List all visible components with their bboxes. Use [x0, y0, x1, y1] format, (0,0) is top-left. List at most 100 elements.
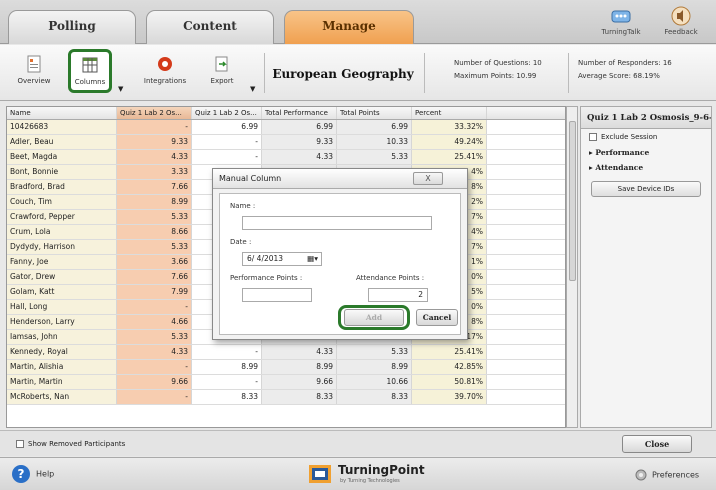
- cell-quiz2[interactable]: 8.33: [192, 390, 262, 404]
- cell-name[interactable]: Crum, Lola: [7, 225, 117, 239]
- feedback-button[interactable]: Feedback: [652, 3, 710, 41]
- cell-quiz2[interactable]: -: [192, 375, 262, 389]
- cell-total-performance[interactable]: 6.99: [262, 120, 337, 134]
- column-header-total-performance[interactable]: Total Performance: [262, 107, 337, 119]
- cell-quiz1[interactable]: 3.66: [117, 255, 192, 269]
- cell-name[interactable]: Hall, Long: [7, 300, 117, 314]
- cell-name[interactable]: Adler, Beau: [7, 135, 117, 149]
- column-header-quiz1[interactable]: Quiz 1 Lab 2 Os...: [117, 107, 192, 119]
- column-header-percent[interactable]: Percent: [412, 107, 487, 119]
- cell-quiz1[interactable]: 5.33: [117, 330, 192, 344]
- attendance-points-input[interactable]: 2: [368, 288, 428, 302]
- cell-total-performance[interactable]: 4.33: [262, 345, 337, 359]
- cell-total-points[interactable]: 6.99: [337, 120, 412, 134]
- cell-name[interactable]: Kennedy, Royal: [7, 345, 117, 359]
- cell-total-points[interactable]: 10.33: [337, 135, 412, 149]
- cell-name[interactable]: Martin, Alishia: [7, 360, 117, 374]
- cell-quiz1[interactable]: 4.66: [117, 315, 192, 329]
- cell-name[interactable]: Henderson, Larry: [7, 315, 117, 329]
- cell-name[interactable]: Iamsas, John: [7, 330, 117, 344]
- cell-name[interactable]: Martin, Martin: [7, 375, 117, 389]
- table-row[interactable]: McRoberts, Nan -8.33 8.33 8.33 39.70%: [7, 390, 565, 405]
- cell-name[interactable]: Bradford, Brad: [7, 180, 117, 194]
- cell-quiz2[interactable]: -: [192, 135, 262, 149]
- cell-quiz1[interactable]: 5.33: [117, 240, 192, 254]
- export-button[interactable]: Export: [200, 51, 244, 95]
- cell-name[interactable]: Dydydy, Harrison: [7, 240, 117, 254]
- name-input[interactable]: [242, 216, 432, 230]
- show-removed-option[interactable]: Show Removed Participants: [16, 440, 125, 448]
- cell-percent[interactable]: 25.41%: [412, 345, 487, 359]
- column-header-quiz2[interactable]: Quiz 1 Lab 2 Os...: [192, 107, 262, 119]
- exclude-session-checkbox[interactable]: [589, 133, 597, 141]
- cell-percent[interactable]: 39.70%: [412, 390, 487, 404]
- performance-points-input[interactable]: [242, 288, 312, 302]
- cell-percent[interactable]: 25.41%: [412, 150, 487, 164]
- table-row[interactable]: Adler, Beau 9.33-9.33 10.33 49.24%: [7, 135, 565, 150]
- save-device-ids-button[interactable]: Save Device IDs: [591, 181, 701, 197]
- table-row[interactable]: Kennedy, Royal 4.33-4.33 5.33 25.41%: [7, 345, 565, 360]
- cell-total-performance[interactable]: 9.33: [262, 135, 337, 149]
- cell-name[interactable]: Golam, Katt: [7, 285, 117, 299]
- table-row[interactable]: Beet, Magda 4.33-4.33 5.33 25.41%: [7, 150, 565, 165]
- exclude-session-option[interactable]: Exclude Session: [581, 129, 711, 145]
- cell-name[interactable]: Crawford, Pepper: [7, 210, 117, 224]
- cell-total-performance[interactable]: 8.99: [262, 360, 337, 374]
- column-header-total-points[interactable]: Total Points: [337, 107, 412, 119]
- calendar-icon[interactable]: ▦▾: [307, 253, 318, 265]
- cell-name[interactable]: Couch, Tim: [7, 195, 117, 209]
- columns-dropdown-arrow[interactable]: ▼: [118, 85, 123, 93]
- cell-total-points[interactable]: 10.66: [337, 375, 412, 389]
- add-button[interactable]: Add: [344, 309, 404, 326]
- column-header-name[interactable]: Name: [7, 107, 117, 119]
- cell-name[interactable]: Fanny, Joe: [7, 255, 117, 269]
- cell-name[interactable]: Bont, Bonnie: [7, 165, 117, 179]
- attendance-section-toggle[interactable]: ▸ Attendance: [581, 160, 711, 175]
- cell-quiz2[interactable]: 8.99: [192, 360, 262, 374]
- tab-manage[interactable]: Manage: [284, 10, 414, 44]
- export-dropdown-arrow[interactable]: ▼: [250, 85, 255, 93]
- cell-quiz1[interactable]: 7.66: [117, 270, 192, 284]
- cell-quiz1[interactable]: 5.33: [117, 210, 192, 224]
- cell-total-points[interactable]: 8.99: [337, 360, 412, 374]
- cell-percent[interactable]: 50.81%: [412, 375, 487, 389]
- cell-quiz1[interactable]: 9.66: [117, 375, 192, 389]
- cell-quiz2[interactable]: -: [192, 345, 262, 359]
- cell-quiz1[interactable]: 8.99: [117, 195, 192, 209]
- show-removed-checkbox[interactable]: [16, 440, 24, 448]
- cell-quiz1[interactable]: -: [117, 390, 192, 404]
- cell-quiz1[interactable]: -: [117, 120, 192, 134]
- cell-quiz2[interactable]: -: [192, 150, 262, 164]
- cell-quiz1[interactable]: 4.33: [117, 150, 192, 164]
- cell-total-points[interactable]: 8.33: [337, 390, 412, 404]
- cell-percent[interactable]: 42.85%: [412, 360, 487, 374]
- columns-button[interactable]: Columns: [68, 49, 112, 93]
- cell-total-performance[interactable]: 8.33: [262, 390, 337, 404]
- cell-total-performance[interactable]: 9.66: [262, 375, 337, 389]
- cell-name[interactable]: Gator, Drew: [7, 270, 117, 284]
- cell-name[interactable]: 10426683: [7, 120, 117, 134]
- close-button[interactable]: Close: [622, 435, 692, 453]
- turningtalk-button[interactable]: TurningTalk: [592, 3, 650, 41]
- help-button[interactable]: ? Help: [12, 465, 54, 483]
- cell-quiz1[interactable]: -: [117, 360, 192, 374]
- cell-quiz1[interactable]: 9.33: [117, 135, 192, 149]
- cell-total-points[interactable]: 5.33: [337, 345, 412, 359]
- table-row[interactable]: 10426683-6.99 6.99 6.99 33.32%: [7, 120, 565, 135]
- cell-name[interactable]: Beet, Magda: [7, 150, 117, 164]
- cell-total-points[interactable]: 5.33: [337, 150, 412, 164]
- cell-quiz1[interactable]: 8.66: [117, 225, 192, 239]
- overview-button[interactable]: Overview: [12, 51, 56, 95]
- preferences-button[interactable]: Preferences: [634, 468, 699, 482]
- cell-percent[interactable]: 49.24%: [412, 135, 487, 149]
- tab-content[interactable]: Content: [146, 10, 274, 44]
- cell-quiz2[interactable]: 6.99: [192, 120, 262, 134]
- table-row[interactable]: Martin, Alishia -8.99 8.99 8.99 42.85%: [7, 360, 565, 375]
- tab-polling[interactable]: Polling: [8, 10, 136, 44]
- cell-name[interactable]: McRoberts, Nan: [7, 390, 117, 404]
- cell-quiz1[interactable]: 7.66: [117, 180, 192, 194]
- cell-percent[interactable]: 33.32%: [412, 120, 487, 134]
- date-picker[interactable]: 6/ 4/2013 ▦▾: [242, 252, 322, 266]
- cancel-button[interactable]: Cancel: [416, 309, 458, 326]
- cell-quiz1[interactable]: 7.99: [117, 285, 192, 299]
